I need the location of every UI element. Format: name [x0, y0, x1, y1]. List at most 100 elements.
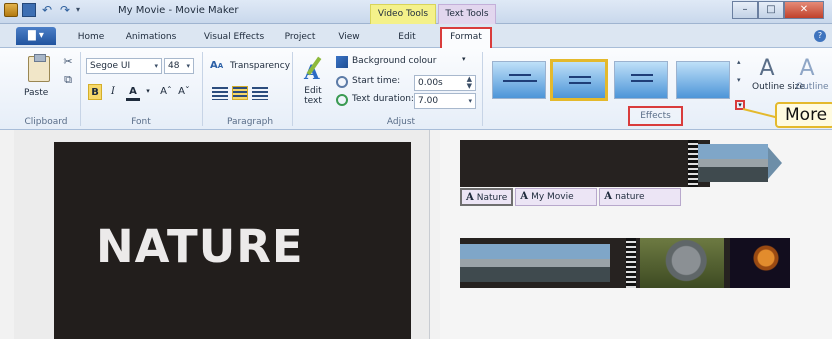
tab-view[interactable]: View [334, 29, 364, 48]
video-preview[interactable]: NATURE [54, 142, 411, 339]
paragraph-group-label: Paragraph [226, 117, 274, 127]
chevron-down-icon: ▾ [154, 62, 158, 70]
movie-maker-window: ↶ ↷ ▾ My Movie - Movie Maker Video Tools… [0, 0, 832, 339]
title-bar: ↶ ↷ ▾ My Movie - Movie Maker Video Tools… [0, 0, 832, 24]
font-group-label: Font [131, 117, 151, 127]
tab-visual-effects[interactable]: Visual Effects [198, 29, 270, 48]
start-time-input[interactable]: 0.00s ▲ ▼ [414, 75, 476, 91]
transparency-icon: AA [210, 60, 224, 71]
background-colour-button[interactable]: Background colour [352, 56, 436, 66]
app-icon[interactable] [4, 3, 18, 17]
photo-clips-track [460, 238, 790, 288]
outline-size-icon: A [759, 56, 775, 81]
align-right-icon[interactable] [252, 86, 268, 100]
text-duration-label: Text duration: [352, 94, 414, 104]
film-strip-edge [688, 140, 698, 187]
font-family-select[interactable]: Segoe UI ▾ [86, 58, 162, 74]
font-family-value: Segoe UI [90, 61, 131, 71]
video-tools-context-tab: Video Tools [370, 4, 436, 24]
start-time-label: Start time: [352, 76, 401, 86]
tab-project[interactable]: Project [280, 29, 320, 48]
effect-thumbnail-selected[interactable] [550, 59, 608, 101]
align-center-icon[interactable] [232, 86, 248, 100]
title-clip[interactable] [460, 140, 710, 187]
koala-thumbnail[interactable] [640, 238, 724, 288]
caption-item[interactable]: A My Movie [515, 188, 598, 206]
caption-item[interactable]: Anature [599, 188, 682, 206]
minimize-button[interactable]: – [732, 1, 758, 19]
group-separator [80, 52, 81, 126]
tab-animations[interactable]: Animations [122, 29, 180, 48]
clipboard-group-label: Clipboard [24, 117, 68, 127]
text-duration-value: 7.00 [418, 96, 439, 106]
close-button[interactable]: ✕ [784, 1, 824, 19]
tab-home[interactable]: Home [74, 29, 108, 48]
font-size-select[interactable]: 48 ▾ [164, 58, 194, 74]
group-separator [202, 52, 203, 126]
file-menu-button[interactable]: ▇ ▾ [16, 27, 56, 45]
effect-line [631, 74, 653, 76]
duration-icon [336, 94, 348, 106]
clock-icon [336, 76, 348, 88]
align-left-icon[interactable] [212, 86, 228, 100]
caption-track: A Nature A My Movie Anature [460, 188, 682, 206]
font-color-button[interactable]: A [126, 84, 140, 101]
save-icon[interactable] [22, 3, 36, 17]
chevron-down-icon[interactable]: ▾ [462, 55, 466, 63]
effect-line [503, 80, 537, 82]
paste-icon[interactable] [28, 54, 50, 82]
ribbon: Paste ✂ ⧉ Clipboard Segoe UI ▾ 48 ▾ B I A … [0, 48, 832, 130]
text-duration-select[interactable]: 7.00 ▾ [414, 93, 476, 109]
storyboard-pane: A Nature A My Movie Anature [440, 130, 832, 339]
effect-line [569, 82, 591, 84]
tab-format[interactable]: Format [440, 27, 492, 48]
film-strip-edge [626, 238, 636, 288]
group-separator [292, 52, 293, 126]
maximize-button[interactable]: □ [758, 1, 784, 19]
edit-text-icon[interactable]: A [302, 56, 324, 84]
tab-edit[interactable]: Edit [392, 29, 422, 48]
grow-font-button[interactable]: Aˆ [158, 84, 174, 100]
ribbon-tab-row: ▇ ▾ Home Animations Visual Effects Proje… [0, 24, 832, 48]
shrink-font-button[interactable]: Aˇ [176, 84, 192, 100]
text-caption-icon: A [604, 191, 613, 202]
jellyfish-thumbnail[interactable] [730, 238, 790, 288]
caption-label: My Movie [531, 192, 574, 202]
cut-icon[interactable]: ✂ [62, 56, 74, 68]
effects-group-label: Effects [628, 106, 683, 126]
redo-icon[interactable]: ↷ [58, 3, 72, 17]
chevron-down-icon: ▾ [186, 62, 190, 70]
copy-icon[interactable]: ⧉ [62, 74, 74, 86]
outline-colour-button[interactable]: Outline [796, 82, 829, 92]
landscape-thumbnail[interactable] [460, 244, 610, 282]
quick-access-toolbar: ↶ ↷ ▾ [4, 3, 90, 17]
edit-text-button[interactable]: Edit text [300, 86, 326, 106]
outline-colour-icon: A [799, 56, 815, 81]
effect-thumbnail[interactable] [676, 61, 730, 99]
chevron-down-icon[interactable]: ▾ [144, 84, 152, 100]
window-controls: – □ ✕ [732, 1, 824, 19]
spinner-arrows-icon[interactable]: ▲ ▼ [467, 76, 472, 90]
landscape-thumbnail[interactable] [698, 144, 768, 182]
effects-gallery [488, 54, 730, 108]
bold-button[interactable]: B [88, 84, 102, 100]
gallery-scroll-down-icon[interactable]: ▾ [737, 76, 741, 84]
undo-icon[interactable]: ↶ [40, 3, 54, 17]
effect-line [509, 74, 531, 76]
text-caption-icon: A [466, 192, 474, 203]
background-colour-icon [336, 56, 348, 68]
effect-thumbnail[interactable] [614, 61, 668, 99]
gallery-scroll-up-icon[interactable]: ▴ [737, 58, 741, 66]
transparency-button[interactable]: Transparency [230, 61, 290, 71]
workspace: NATURE A Nature A My Movie Anature [0, 130, 832, 339]
effect-thumbnail[interactable] [492, 61, 546, 99]
group-separator [482, 52, 483, 126]
text-tools-context-tab: Text Tools [438, 4, 496, 24]
caption-item[interactable]: A Nature [460, 188, 514, 206]
caption-label: Nature [476, 193, 508, 203]
chevron-down-icon: ▾ [468, 97, 472, 105]
paste-button[interactable]: Paste [24, 88, 48, 98]
customize-toolbar-icon[interactable]: ▾ [76, 3, 90, 17]
italic-button[interactable]: I [106, 84, 120, 100]
help-icon[interactable]: ? [814, 30, 826, 42]
